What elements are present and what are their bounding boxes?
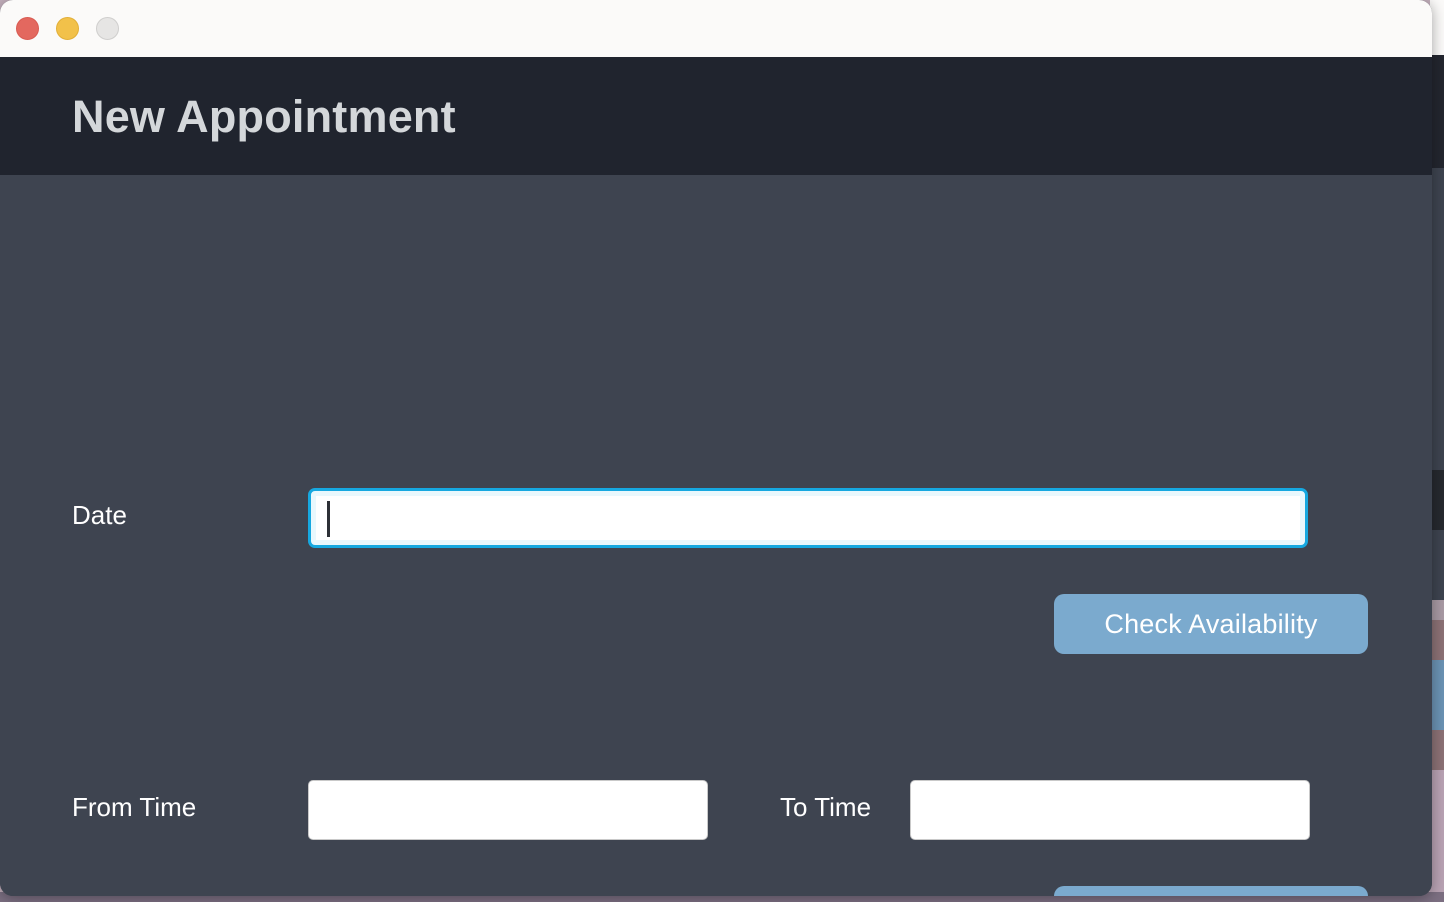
- check-availability-button[interactable]: Check Availability: [1054, 594, 1368, 654]
- minimize-window-button[interactable]: [56, 17, 79, 40]
- page-title: New Appointment: [72, 90, 456, 142]
- appointment-form: Date Check Availability From Time To Tim…: [0, 175, 1432, 896]
- date-label: Date: [72, 500, 127, 530]
- to-time-label: To Time: [780, 792, 872, 822]
- page-header: New Appointment: [0, 57, 1432, 175]
- desktop-background-strip-right: [1430, 0, 1444, 902]
- window-titlebar: [0, 0, 1432, 57]
- add-appointment-button[interactable]: Add Appointment: [1054, 886, 1368, 896]
- to-time-input[interactable]: [910, 780, 1310, 840]
- date-input-text-caret: [327, 501, 330, 537]
- from-time-label: From Time: [72, 792, 197, 822]
- zoom-window-button[interactable]: [96, 17, 119, 40]
- date-input[interactable]: [308, 488, 1308, 548]
- from-time-input[interactable]: [308, 780, 708, 840]
- close-window-button[interactable]: [16, 17, 39, 40]
- application-window: New Appointment Date Check Availability …: [0, 0, 1432, 896]
